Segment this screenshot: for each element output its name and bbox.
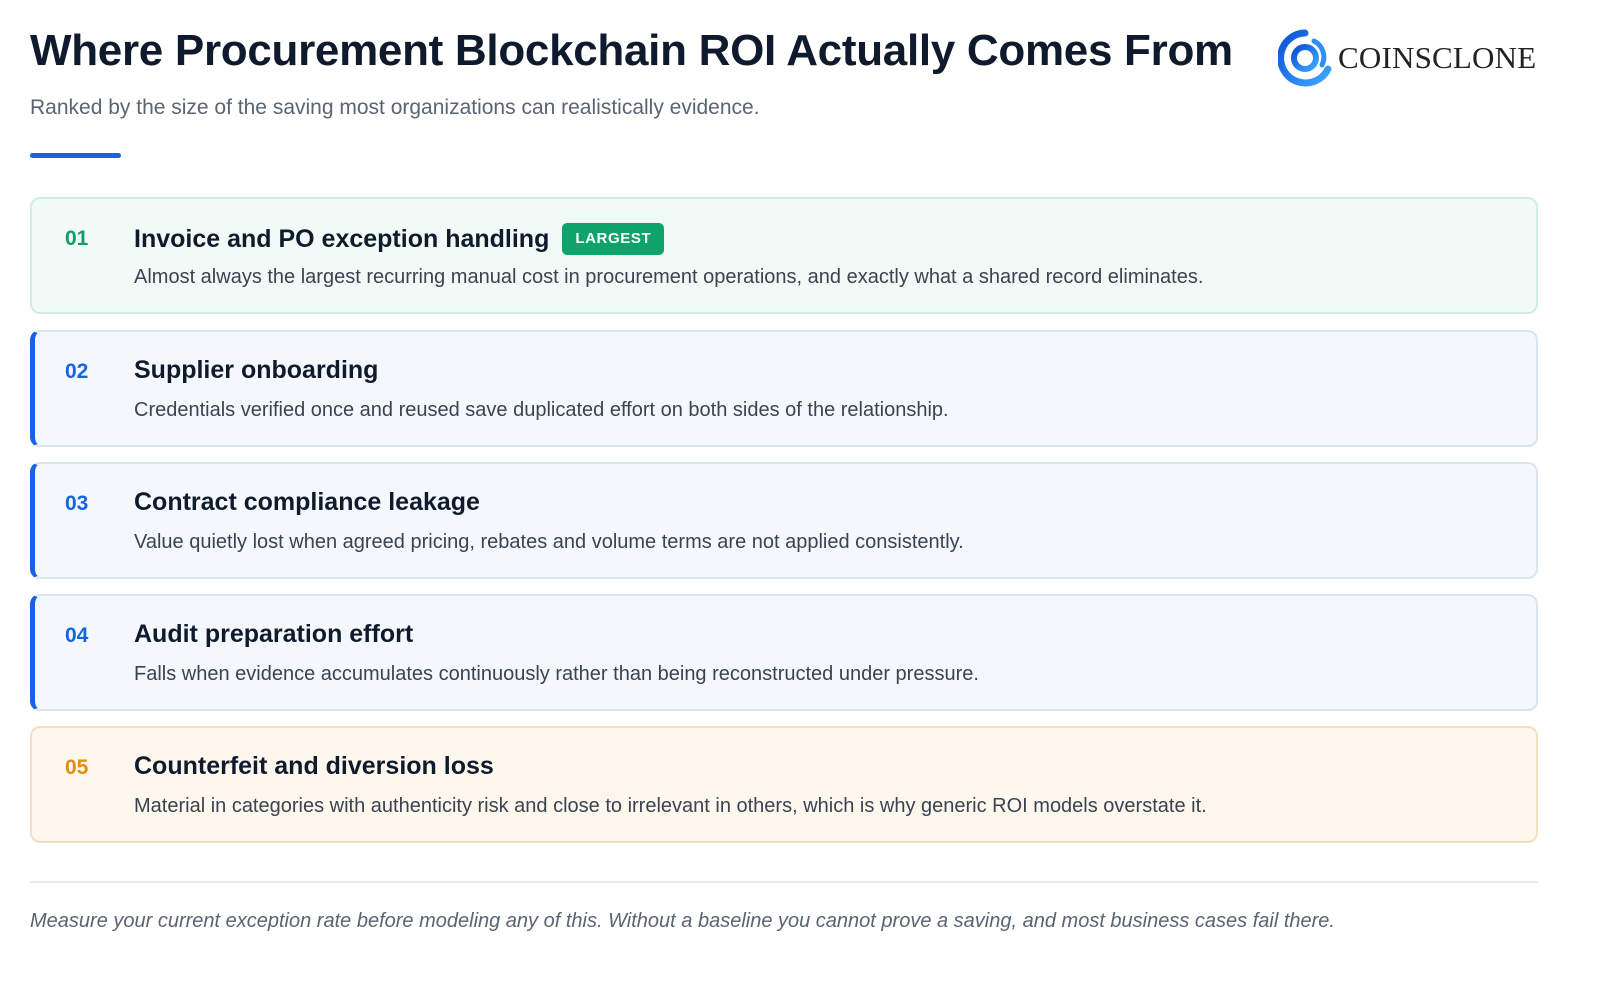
item-description: Material in categories with authenticity… xyxy=(134,795,1207,817)
item-title: Audit preparation effort xyxy=(134,620,414,648)
item-title-row: Counterfeit and diversion loss xyxy=(134,752,494,781)
item-title-row: Contract compliance leakage xyxy=(134,488,480,517)
item-title: Invoice and PO exception handling xyxy=(134,224,550,253)
item-number: 04 xyxy=(65,624,89,647)
item-number: 05 xyxy=(65,756,89,779)
footer-note: Measure your current exception rate befo… xyxy=(30,910,1335,932)
roi-item-4: 04 Audit preparation effort Falls when e… xyxy=(30,594,1538,711)
item-description: Value quietly lost when agreed pricing, … xyxy=(134,531,964,553)
coinsclone-logo-icon xyxy=(1278,29,1332,87)
brand-logo: COINSCLONE xyxy=(1278,28,1536,88)
roi-item-1: 01 Invoice and PO exception handling LAR… xyxy=(30,197,1538,314)
item-description: Almost always the largest recurring manu… xyxy=(134,266,1204,288)
page-subtitle: Ranked by the size of the saving most or… xyxy=(30,96,760,119)
item-number: 02 xyxy=(65,360,89,383)
item-title-row: Audit preparation effort xyxy=(134,620,413,649)
item-number: 01 xyxy=(65,227,89,250)
logo-text: COINSCLONE xyxy=(1338,40,1537,75)
largest-badge: LARGEST xyxy=(562,223,665,255)
item-number: 03 xyxy=(65,492,89,515)
item-title-row: Supplier onboarding xyxy=(134,356,378,385)
title-accent-bar xyxy=(30,153,121,158)
item-title: Supplier onboarding xyxy=(134,356,379,384)
item-description: Credentials verified once and reused sav… xyxy=(134,399,949,421)
roi-item-2: 02 Supplier onboarding Credentials verif… xyxy=(30,330,1538,447)
item-title: Counterfeit and diversion loss xyxy=(134,752,494,780)
roi-item-5: 05 Counterfeit and diversion loss Materi… xyxy=(30,726,1538,843)
footer-divider xyxy=(30,881,1538,883)
page-title: Where Procurement Blockchain ROI Actuall… xyxy=(30,26,1233,75)
item-title: Contract compliance leakage xyxy=(134,488,480,516)
item-title-row: Invoice and PO exception handling LARGES… xyxy=(134,223,665,255)
item-description: Falls when evidence accumulates continuo… xyxy=(134,663,979,685)
roi-item-3: 03 Contract compliance leakage Value qui… xyxy=(30,462,1538,579)
